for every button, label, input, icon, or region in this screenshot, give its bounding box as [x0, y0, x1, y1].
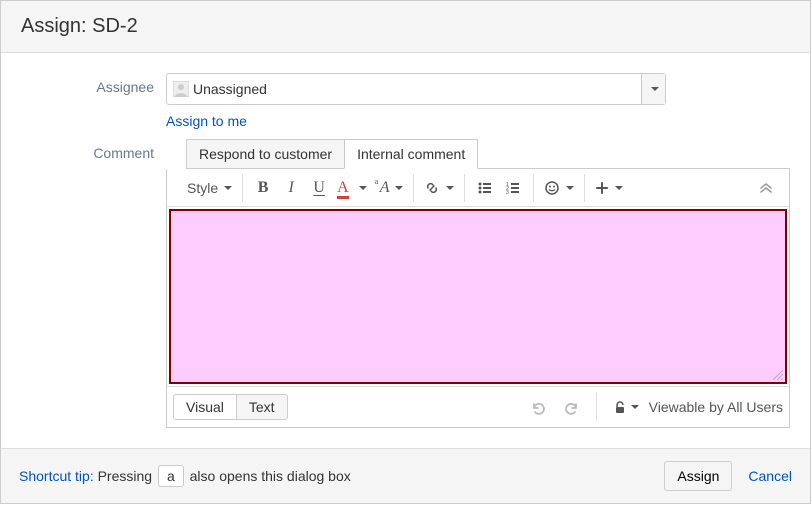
assignee-dropdown-toggle[interactable]: [641, 74, 665, 104]
numbered-list-icon: 123: [505, 180, 521, 196]
security-level[interactable]: Viewable by All Users: [603, 399, 783, 415]
text-color-button[interactable]: A: [333, 174, 371, 202]
mode-visual[interactable]: Visual: [173, 394, 237, 420]
collapse-toolbar-button[interactable]: [755, 174, 783, 202]
chevron-down-icon: [446, 186, 454, 190]
redo-icon: [564, 399, 580, 415]
emoji-icon: [544, 180, 560, 196]
style-dropdown[interactable]: Style: [179, 174, 236, 202]
svg-text:3: 3: [506, 190, 509, 196]
link-button[interactable]: [420, 174, 458, 202]
insert-button[interactable]: [591, 174, 627, 202]
style-label: Style: [187, 180, 218, 196]
chevron-down-icon: [631, 405, 639, 409]
dialog-footer: Shortcut tip: Pressing a also opens this…: [1, 448, 810, 503]
unlock-icon: [613, 400, 639, 414]
assignee-value: Unassigned: [193, 81, 267, 97]
emoji-button[interactable]: [540, 174, 578, 202]
user-avatar-icon: [173, 81, 189, 97]
mode-text[interactable]: Text: [237, 394, 288, 420]
bold-button[interactable]: B: [249, 174, 277, 202]
shortcut-tip: Shortcut tip: Pressing a also opens this…: [19, 465, 351, 487]
assignee-select[interactable]: Unassigned: [166, 73, 666, 105]
chevron-down-icon: [359, 186, 367, 190]
assign-to-me-link[interactable]: Assign to me: [166, 113, 247, 129]
comment-tabs: Respond to customer Internal comment: [186, 139, 790, 169]
numbered-list-button[interactable]: 123: [499, 174, 527, 202]
undo-button[interactable]: [524, 393, 552, 421]
bullet-list-button[interactable]: [471, 174, 499, 202]
resize-handle-icon[interactable]: [773, 370, 783, 380]
tab-respond-customer[interactable]: Respond to customer: [186, 139, 345, 168]
chevron-down-icon: [566, 186, 574, 190]
chevron-down-icon: [224, 186, 232, 190]
assign-button[interactable]: Assign: [664, 461, 732, 491]
comment-row: Comment Respond to customer Internal com…: [21, 139, 790, 428]
security-label: Viewable by All Users: [649, 399, 783, 415]
chevron-down-icon: [615, 186, 623, 190]
chevron-down-icon: [395, 186, 403, 190]
undo-icon: [530, 399, 546, 415]
editor-toolbar: Style B I U A: [167, 169, 789, 207]
dialog-header: Assign: SD-2: [1, 1, 810, 53]
tab-internal-comment[interactable]: Internal comment: [344, 139, 478, 169]
dialog-title: Assign: SD-2: [21, 15, 790, 38]
underline-button[interactable]: U: [305, 174, 333, 202]
comment-textarea[interactable]: [169, 209, 787, 384]
link-icon: [424, 180, 440, 196]
editor-footer: Visual Text: [167, 386, 789, 427]
shortcut-label: Shortcut tip:: [19, 468, 94, 484]
bullet-list-icon: [477, 180, 493, 196]
shortcut-key: a: [158, 465, 184, 487]
assignee-row: Assignee Unassigned Assign to me: [21, 73, 790, 129]
double-chevron-up-icon: [759, 183, 773, 193]
italic-button[interactable]: I: [277, 174, 305, 202]
editor-mode-tabs: Visual Text: [173, 394, 288, 420]
chevron-down-icon: [651, 87, 659, 91]
comment-label: Comment: [21, 139, 166, 428]
cancel-link[interactable]: Cancel: [748, 468, 792, 484]
assignee-label: Assignee: [21, 73, 166, 129]
rich-text-editor: Style B I U A: [166, 169, 790, 428]
assign-dialog: Assign: SD-2 Assignee Unassigned: [0, 0, 811, 504]
assignee-select-main[interactable]: Unassigned: [167, 74, 641, 104]
more-formatting-button[interactable]: A: [371, 174, 408, 202]
dialog-body: Assignee Unassigned Assign to me: [1, 53, 810, 448]
redo-button[interactable]: [558, 393, 586, 421]
plus-icon: [595, 181, 609, 195]
